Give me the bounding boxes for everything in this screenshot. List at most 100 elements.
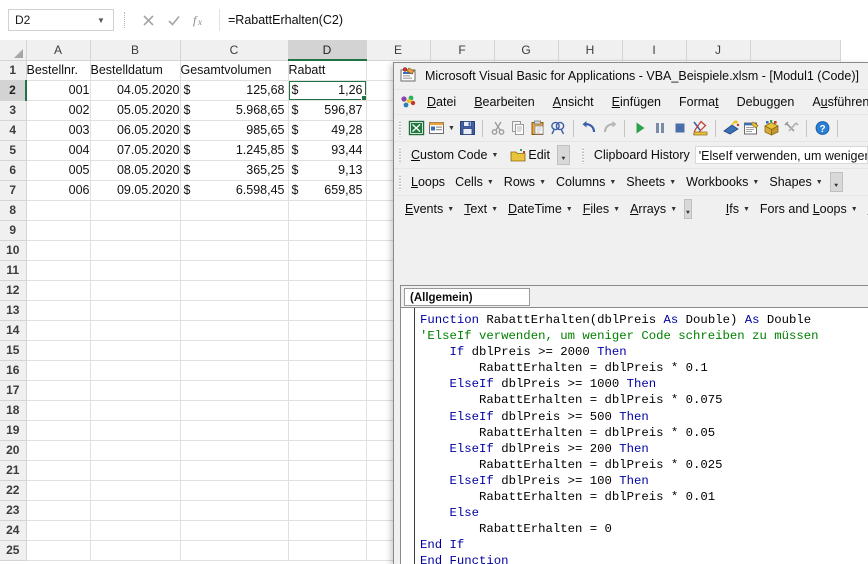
cell-D19[interactable] — [288, 420, 367, 441]
cell-D7[interactable]: $659,85 — [288, 180, 367, 201]
cell-A12[interactable] — [26, 280, 91, 301]
cancel-formula-icon[interactable] — [135, 9, 161, 31]
cell-A8[interactable] — [26, 200, 91, 221]
custom-toolbar-gripper-2[interactable] — [397, 173, 403, 191]
cell-B14[interactable] — [90, 320, 181, 341]
cell-C18[interactable] — [180, 400, 289, 421]
cell-A18[interactable] — [26, 400, 91, 421]
column-header-d[interactable]: D — [288, 40, 367, 61]
row-header-1[interactable]: 1 — [0, 60, 27, 81]
cell-C9[interactable] — [180, 220, 289, 241]
cell-A17[interactable] — [26, 380, 91, 401]
cell-D5[interactable]: $93,44 — [288, 140, 367, 161]
cell-D24[interactable] — [288, 520, 367, 541]
selected-cell[interactable]: $1,26 — [288, 80, 367, 101]
vba-menu-bar[interactable]: Datei Bearbeiten Ansicht Einfügen Format Debu… — [394, 89, 868, 114]
cell-C6[interactable]: $365,25 — [180, 160, 289, 181]
vba-custom-toolbar-row2[interactable]: Loops Cells ▼ Rows ▼ Columns ▼ Sheets ▼ Workbooks… — [394, 168, 868, 195]
cell-D22[interactable] — [288, 480, 367, 501]
toolbar-btn-ifs[interactable]: Ifs ▼ — [721, 200, 755, 218]
cell-C13[interactable] — [180, 300, 289, 321]
cell-C24[interactable] — [180, 520, 289, 541]
cut-icon[interactable] — [488, 118, 508, 138]
row-header-6[interactable]: 6 — [0, 160, 27, 181]
cell-B9[interactable] — [90, 220, 181, 241]
toolbar-overflow-icon[interactable]: ⯆ — [556, 145, 570, 165]
toolbar-btn-workbooks[interactable]: Workbooks ▼ — [681, 173, 764, 191]
row-header-5[interactable]: 5 — [0, 140, 27, 161]
cell-C4[interactable]: $985,65 — [180, 120, 289, 141]
cell-B7[interactable]: 09.05.2020 — [90, 180, 181, 201]
toolbar-btn-m[interactable]: M — [863, 200, 868, 218]
cell-A6[interactable]: 005 — [26, 160, 91, 181]
undo-icon[interactable] — [579, 118, 599, 138]
cell-D21[interactable] — [288, 460, 367, 481]
column-header-e[interactable]: E — [366, 40, 431, 61]
cell-C25[interactable] — [180, 540, 289, 561]
cell-B21[interactable] — [90, 460, 181, 481]
cell-D13[interactable] — [288, 300, 367, 321]
cell-C5[interactable]: $1.245,85 — [180, 140, 289, 161]
cell-C16[interactable] — [180, 360, 289, 381]
toolbar-btn-custom-code[interactable]: Custom Code ▼ — [406, 146, 503, 164]
row-header-21[interactable]: 21 — [0, 460, 27, 481]
row-header-3[interactable]: 3 — [0, 100, 27, 121]
cell-C22[interactable] — [180, 480, 289, 501]
excel-view-icon[interactable] — [406, 118, 426, 138]
menu-item-debuggen[interactable]: Debuggen — [728, 92, 804, 112]
cell-D18[interactable] — [288, 400, 367, 421]
chevron-down-icon[interactable]: ▼ — [851, 206, 858, 213]
properties-window-icon[interactable] — [741, 118, 761, 138]
code-body[interactable]: Function RabattErhalten(dblPreis As Doub… — [401, 308, 868, 564]
row-header-19[interactable]: 19 — [0, 420, 27, 441]
row-header-2[interactable]: 2 — [0, 80, 27, 101]
vba-title-bar[interactable]: Microsoft Visual Basic for Applications … — [394, 63, 868, 89]
cell-A24[interactable] — [26, 520, 91, 541]
cell-A11[interactable] — [26, 260, 91, 281]
redo-icon[interactable] — [599, 118, 619, 138]
toolbar-overflow-icon-3[interactable]: ⯆ — [684, 199, 692, 219]
cell-B5[interactable]: 07.05.2020 — [90, 140, 181, 161]
cell-D3[interactable]: $596,87 — [288, 100, 367, 121]
column-header-i[interactable]: I — [622, 40, 687, 61]
chevron-down-icon[interactable]: ▼ — [491, 152, 498, 159]
toolbar-btn-arrays[interactable]: Arrays ▼ — [625, 200, 682, 218]
cell-B12[interactable] — [90, 280, 181, 301]
cell-C20[interactable] — [180, 440, 289, 461]
row-header-12[interactable]: 12 — [0, 280, 27, 301]
toolbar-btn-datetime[interactable]: DateTime ▼ — [503, 200, 578, 218]
column-header-f[interactable]: F — [430, 40, 495, 61]
row-header-8[interactable]: 8 — [0, 200, 27, 221]
copy-icon[interactable] — [508, 118, 528, 138]
row-header-16[interactable]: 16 — [0, 360, 27, 381]
toolbar-btn-files[interactable]: Files ▼ — [578, 200, 625, 218]
design-mode-icon[interactable] — [690, 118, 710, 138]
cell-B16[interactable] — [90, 360, 181, 381]
select-all-corner[interactable] — [0, 40, 27, 61]
column-header-g[interactable]: G — [494, 40, 559, 61]
chevron-down-icon[interactable]: ▼ — [670, 206, 677, 213]
cell-C2[interactable]: $125,68 — [180, 80, 289, 101]
cell-A22[interactable] — [26, 480, 91, 501]
toolbar-gripper[interactable] — [397, 119, 403, 137]
cell-D15[interactable] — [288, 340, 367, 361]
code-text[interactable]: Function RabattErhalten(dblPreis As Doub… — [415, 308, 868, 564]
chevron-down-icon[interactable]: ▼ — [752, 179, 759, 186]
cell-A2[interactable]: 001 — [26, 80, 91, 101]
code-pane[interactable]: (Allgemein) Function RabattErhalten(dblP… — [400, 285, 868, 564]
clipboard-gripper[interactable] — [579, 146, 586, 164]
chevron-down-icon[interactable]: ▼ — [609, 179, 616, 186]
pause-icon[interactable] — [650, 118, 670, 138]
cell-B6[interactable]: 08.05.2020 — [90, 160, 181, 181]
vba-editor-window[interactable]: Microsoft Visual Basic for Applications … — [393, 62, 868, 564]
cell-A5[interactable]: 004 — [26, 140, 91, 161]
cell-A23[interactable] — [26, 500, 91, 521]
cell-A13[interactable] — [26, 300, 91, 321]
row-header-24[interactable]: 24 — [0, 520, 27, 541]
cell-C12[interactable] — [180, 280, 289, 301]
cell-A16[interactable] — [26, 360, 91, 381]
cell-B17[interactable] — [90, 380, 181, 401]
formula-input[interactable]: =RabattErhalten(C2) — [219, 9, 868, 31]
toolbar-btn-events[interactable]: Events ▼ — [400, 200, 459, 218]
cell-A10[interactable] — [26, 240, 91, 261]
